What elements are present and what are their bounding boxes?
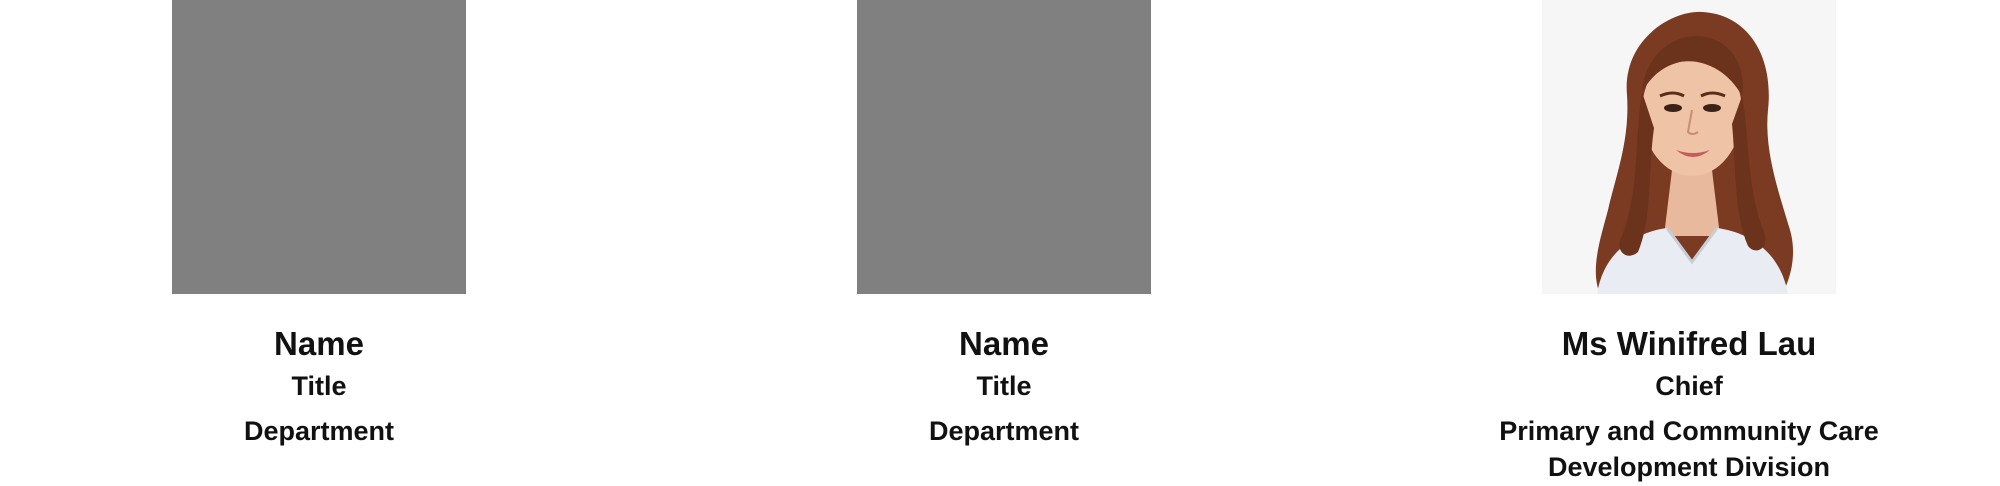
staff-department-line: Primary and Community Care (1499, 415, 1879, 446)
staff-department: Department (704, 414, 1304, 450)
staff-grid: Name Title Department Name Title Departm… (0, 0, 2000, 486)
staff-department-line: Department (243, 415, 395, 446)
staff-name: Name (274, 325, 364, 362)
staff-name: Ms Winifred Lau (1561, 325, 1817, 362)
portrait-illustration (1542, 0, 1836, 294)
staff-name: Name (959, 325, 1049, 362)
staff-department-line: Development Division (1547, 451, 1831, 482)
staff-card: Name Title Department (704, 0, 1304, 450)
staff-card: Ms Winifred Lau Chief Primary and Commun… (1389, 0, 1989, 485)
staff-title: Chief (1655, 371, 1723, 402)
staff-department: Primary and Community Care Development D… (1389, 414, 1989, 485)
staff-title: Title (976, 371, 1032, 402)
staff-department-line: Department (928, 415, 1080, 446)
staff-card: Name Title Department (19, 0, 619, 450)
profile-photo-placeholder (172, 0, 466, 294)
staff-department: Department (19, 414, 619, 450)
profile-photo-placeholder (857, 0, 1151, 294)
staff-title: Title (291, 371, 347, 402)
profile-photo (1542, 0, 1836, 294)
